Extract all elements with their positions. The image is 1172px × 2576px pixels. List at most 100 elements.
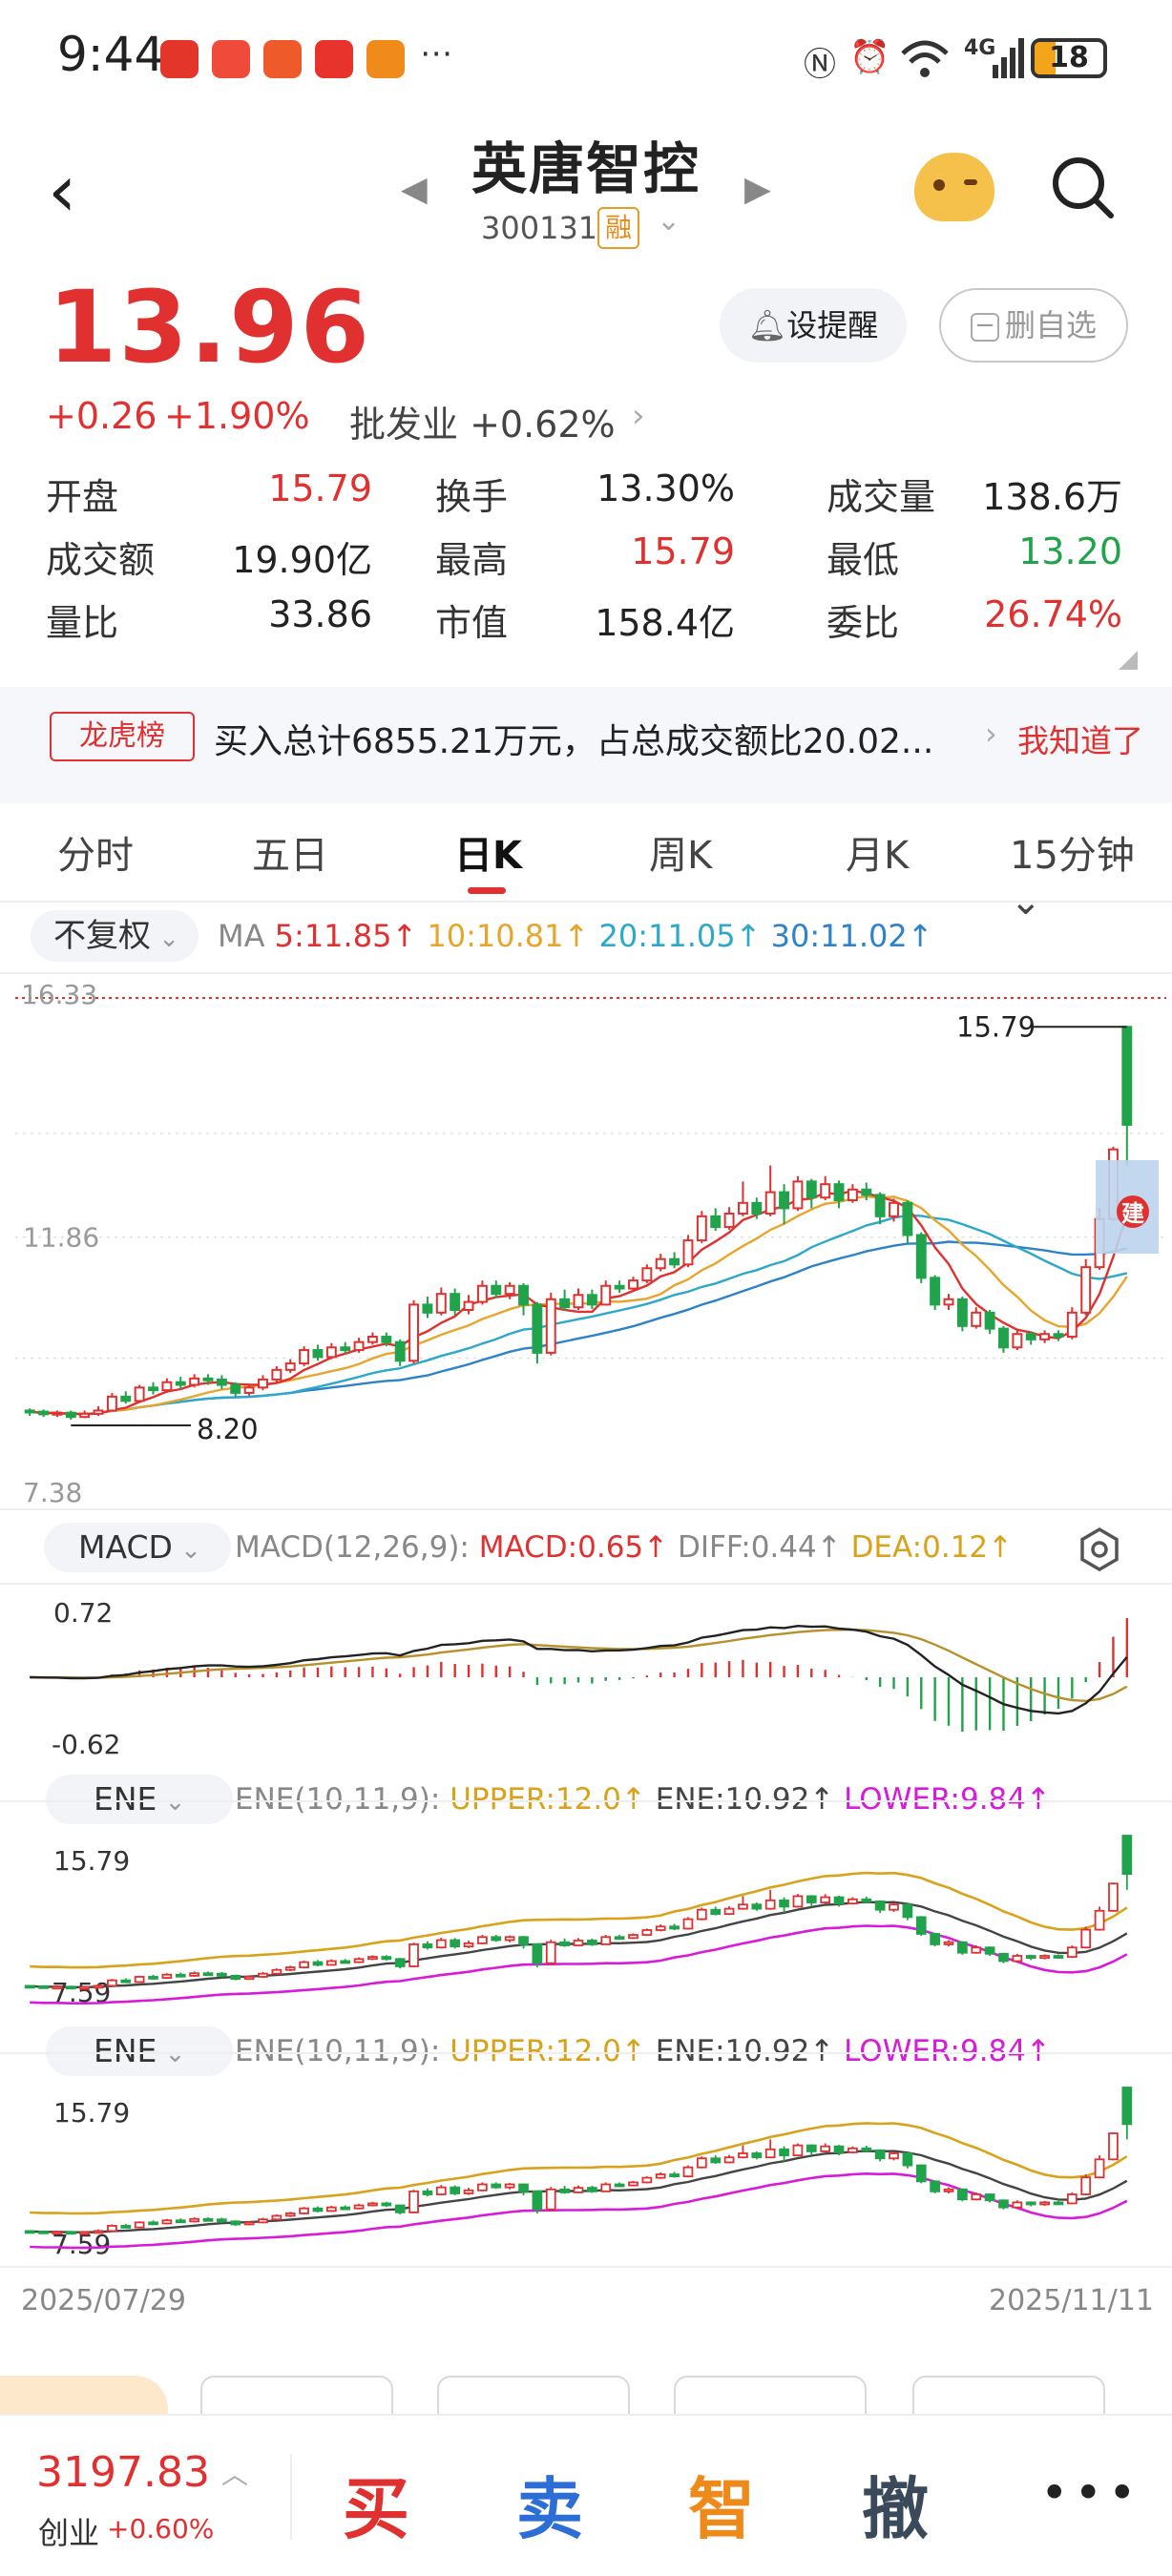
tab-4[interactable]: 月K bbox=[846, 824, 909, 880]
ene-candle-body bbox=[381, 2202, 392, 2207]
ene-candle-body bbox=[175, 2219, 186, 2224]
status-time: 9:44 bbox=[57, 27, 165, 82]
ene-candle-body bbox=[779, 1899, 789, 1908]
ene-axis-top-a: 15.79 bbox=[53, 1845, 130, 1877]
strategy-tab[interactable] bbox=[912, 2376, 1105, 2414]
candle-body bbox=[1066, 1311, 1078, 1339]
stat-label: 开盘 bbox=[46, 476, 119, 518]
stat-label: 最低 bbox=[827, 539, 900, 581]
app-notification-icon bbox=[263, 40, 302, 78]
ene-candle-body bbox=[559, 1941, 570, 1946]
candle-body bbox=[353, 1340, 365, 1352]
ene-candle-body bbox=[258, 1972, 268, 1978]
ene-candle-body bbox=[998, 2199, 1009, 2209]
strategy-tab[interactable] bbox=[437, 2376, 630, 2414]
candle-body bbox=[271, 1368, 283, 1381]
next-stock-button[interactable]: ▶ bbox=[744, 170, 771, 209]
candle-body bbox=[134, 1386, 145, 1402]
candle-body bbox=[216, 1378, 227, 1386]
back-button[interactable]: ‹ bbox=[48, 153, 76, 229]
tab-0[interactable]: 分时 bbox=[57, 824, 134, 880]
remove-watchlist-button[interactable]: − 删自选 bbox=[939, 288, 1128, 363]
expand-corner-icon[interactable] bbox=[1119, 651, 1138, 670]
sell-button[interactable]: 卖 bbox=[492, 2456, 607, 2552]
ma30-value: 30:11.02↑ bbox=[770, 918, 933, 954]
ene-candle-body bbox=[971, 2193, 982, 2201]
dragon-tiger-text: 买入总计6855.21万元，占总成交额比20.02... bbox=[214, 722, 934, 761]
more-notifications-icon: ⋯ bbox=[420, 34, 452, 73]
network-type: 4G bbox=[964, 36, 996, 60]
stat-label: 量比 bbox=[46, 602, 119, 644]
ene-candle-body bbox=[1039, 1955, 1050, 1960]
more-button[interactable]: ••• bbox=[1040, 2465, 1141, 2521]
candle-body bbox=[504, 1284, 515, 1296]
adjust-dropdown[interactable]: 不复权 ⌄ bbox=[31, 910, 199, 962]
ma-prefix: MA bbox=[218, 918, 265, 954]
ene-candle-body bbox=[889, 1903, 899, 1911]
cancel-order-button[interactable]: 撤 bbox=[838, 2456, 952, 2552]
tab-1[interactable]: 五日 bbox=[252, 824, 328, 880]
ene-candle-body bbox=[861, 1898, 872, 1902]
ene-candle-body bbox=[518, 2183, 529, 2192]
ene-candle-body bbox=[1080, 1928, 1092, 1949]
ene-candle-body bbox=[381, 1956, 392, 1961]
candle-body bbox=[1053, 1333, 1064, 1339]
ene-candle-body bbox=[394, 2204, 406, 2213]
tab-3[interactable]: 周K bbox=[649, 824, 712, 880]
smart-button[interactable]: 智 bbox=[664, 2456, 779, 2552]
date-start-label: 2025/07/29 bbox=[21, 2284, 186, 2317]
set-alert-button[interactable]: 🔔︎设提醒 bbox=[720, 288, 907, 363]
candle-body bbox=[518, 1284, 529, 1306]
chevron-right-icon[interactable]: › bbox=[632, 397, 645, 435]
ene-candle-body bbox=[243, 2221, 255, 2226]
candle-body bbox=[258, 1378, 268, 1389]
ene-candle-body bbox=[189, 2217, 199, 2223]
ene-candle-body bbox=[491, 2183, 502, 2189]
prev-stock-button[interactable]: ◀ bbox=[401, 170, 428, 209]
ene-candle-body bbox=[477, 2183, 488, 2192]
kline-chart[interactable]: 16.3311.867.3815.798.20建0.72-0.6215.797.… bbox=[0, 964, 1172, 2280]
margin-badge: 融 bbox=[597, 207, 639, 249]
candle-body bbox=[806, 1180, 817, 1199]
candle-body bbox=[312, 1349, 324, 1359]
index-value[interactable]: 3197.83 bbox=[36, 2448, 210, 2497]
tab-2[interactable]: 日K bbox=[454, 824, 522, 880]
ene-candle-body bbox=[408, 2190, 419, 2213]
mascot-icon[interactable] bbox=[914, 153, 994, 221]
ene-candle-body bbox=[641, 1929, 653, 1936]
ma5-value: 5:11.85↑ bbox=[274, 918, 418, 954]
ene-candle-body bbox=[422, 1943, 433, 1949]
k-axis-low: 7.38 bbox=[23, 1477, 82, 1508]
strategy-tag[interactable] bbox=[0, 2370, 168, 2414]
chevron-right-icon: › bbox=[985, 716, 997, 752]
ma-legend: MA 5:11.85↑ 10:10.81↑ 20:11.05↑ 30:11.02… bbox=[218, 918, 933, 954]
ene-candle-body bbox=[148, 1976, 158, 1980]
strategy-tab[interactable] bbox=[200, 2376, 393, 2414]
ene-candle-body bbox=[820, 2145, 831, 2152]
buy-button[interactable]: 买 bbox=[319, 2456, 433, 2552]
ene-candle-body bbox=[889, 2152, 899, 2160]
ene-candle-body bbox=[723, 2156, 735, 2164]
candle-body bbox=[1080, 1266, 1092, 1314]
ene-candle-body bbox=[1025, 2201, 1036, 2206]
ene-candle-body bbox=[1053, 2201, 1064, 2206]
stat-value: 19.90亿 bbox=[232, 539, 372, 581]
industry-link[interactable]: 批发业 +0.62% bbox=[349, 395, 616, 447]
price-change-pct: +1.90% bbox=[164, 395, 310, 437]
ene-lower-line-b bbox=[30, 2171, 1128, 2250]
ene-candle-body bbox=[573, 1940, 584, 1946]
ene-candle-body bbox=[915, 2164, 927, 2183]
ene-candle-body bbox=[463, 2189, 474, 2194]
chevron-down-icon[interactable]: ⌄ bbox=[657, 204, 680, 238]
ene-candle-body bbox=[682, 2166, 694, 2178]
stat-value: 26.74% bbox=[984, 593, 1122, 635]
tab-5[interactable]: 15分钟 ⌄ bbox=[1010, 824, 1172, 924]
search-icon[interactable] bbox=[1050, 155, 1117, 221]
ene-candle-body bbox=[175, 1973, 186, 1978]
candle-body bbox=[394, 1340, 406, 1362]
chevron-up-icon[interactable]: ︿ bbox=[221, 2454, 248, 2492]
dismiss-button[interactable]: 我知道了 bbox=[1017, 716, 1143, 761]
strategy-tab[interactable] bbox=[674, 2376, 867, 2414]
ene-candle-body bbox=[38, 1984, 49, 1989]
index-name: 创业 bbox=[38, 2515, 100, 2551]
